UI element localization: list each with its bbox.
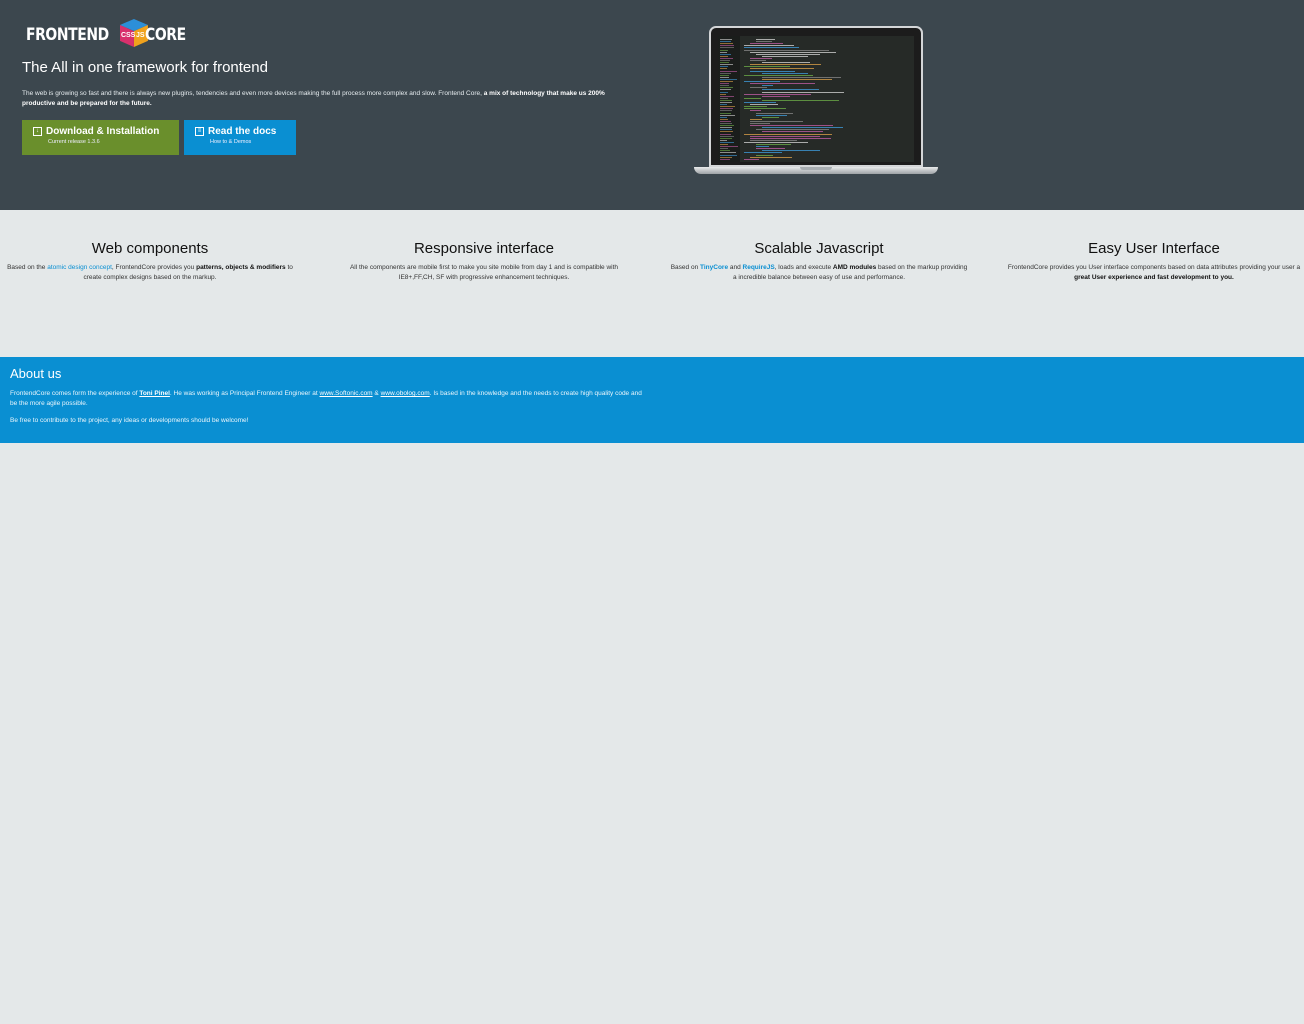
feature-title: Responsive interface [413,240,555,257]
tinycore-link[interactable]: TinyCore [700,264,728,271]
feature-title: Scalable Javascript [754,240,884,257]
download-icon: ↓ [33,127,42,136]
code-editor-screen [718,36,914,162]
book-icon: ≡ [195,127,204,136]
hero-description: The web is growing so fast and there is … [22,89,622,109]
feature-responsive-interface: Responsive interface All the components … [334,240,634,283]
feature-description: Based on TinyCore and RequireJS, loads a… [670,264,968,281]
logo-core-text: CORE [144,25,186,45]
feature-web-components: Web components Based on the atomic desig… [0,240,300,283]
feature-scalable-javascript: Scalable Javascript Based on TinyCore an… [669,240,969,283]
logo-js-label: JS [135,32,145,39]
logo-css-label: CSS [120,32,136,39]
feature-description: FrontendCore provides you User interface… [1007,264,1301,281]
about-paragraph: FrontendCore comes form the experience o… [10,390,642,407]
frontendcore-logo[interactable]: FRONTEND CSS JS CORE [26,19,195,50]
toni-pinel-link[interactable]: Toni Pinel [139,390,170,397]
laptop-image [694,26,938,178]
docs-button-sub: How to & Demos [210,139,252,145]
logo-frontend-text: FRONTEND [26,25,109,45]
download-installation-button[interactable]: ↓ Download & Installation Current releas… [22,120,179,155]
obolog-link[interactable]: www.obolog.com [381,390,430,397]
docs-button-label: Read the docs [208,126,277,137]
page-title: The All in one framework for frontend [22,59,268,76]
feature-title: Web components [91,240,209,257]
feature-easy-user-interface: Easy User Interface FrontendCore provide… [1004,240,1304,283]
about-section: About us FrontendCore comes form the exp… [0,357,1304,443]
softonic-link[interactable]: www.Softonic.com [320,390,373,397]
feature-description: Based on the atomic design concept, Fron… [7,264,293,281]
download-button-release: Current release 1.3.6 [48,139,100,145]
features-section: Web components Based on the atomic desig… [0,210,1304,357]
feature-description: All the components are mobile first to m… [349,264,619,281]
read-docs-button[interactable]: ≡ Read the docs How to & Demos [184,120,296,155]
requirejs-link[interactable]: RequireJS [743,264,775,271]
about-title: About us [10,366,62,381]
about-contribute-text: Be free to contribute to the project, an… [10,417,249,424]
download-button-label: Download & Installation [46,126,160,137]
hero-description-text: The web is growing so fast and there is … [22,90,484,97]
feature-title: Easy User Interface [1088,240,1220,257]
atomic-design-link[interactable]: atomic design concept [47,264,112,271]
hero-header: FRONTEND CSS JS CORE The All in one fram… [0,0,1304,210]
